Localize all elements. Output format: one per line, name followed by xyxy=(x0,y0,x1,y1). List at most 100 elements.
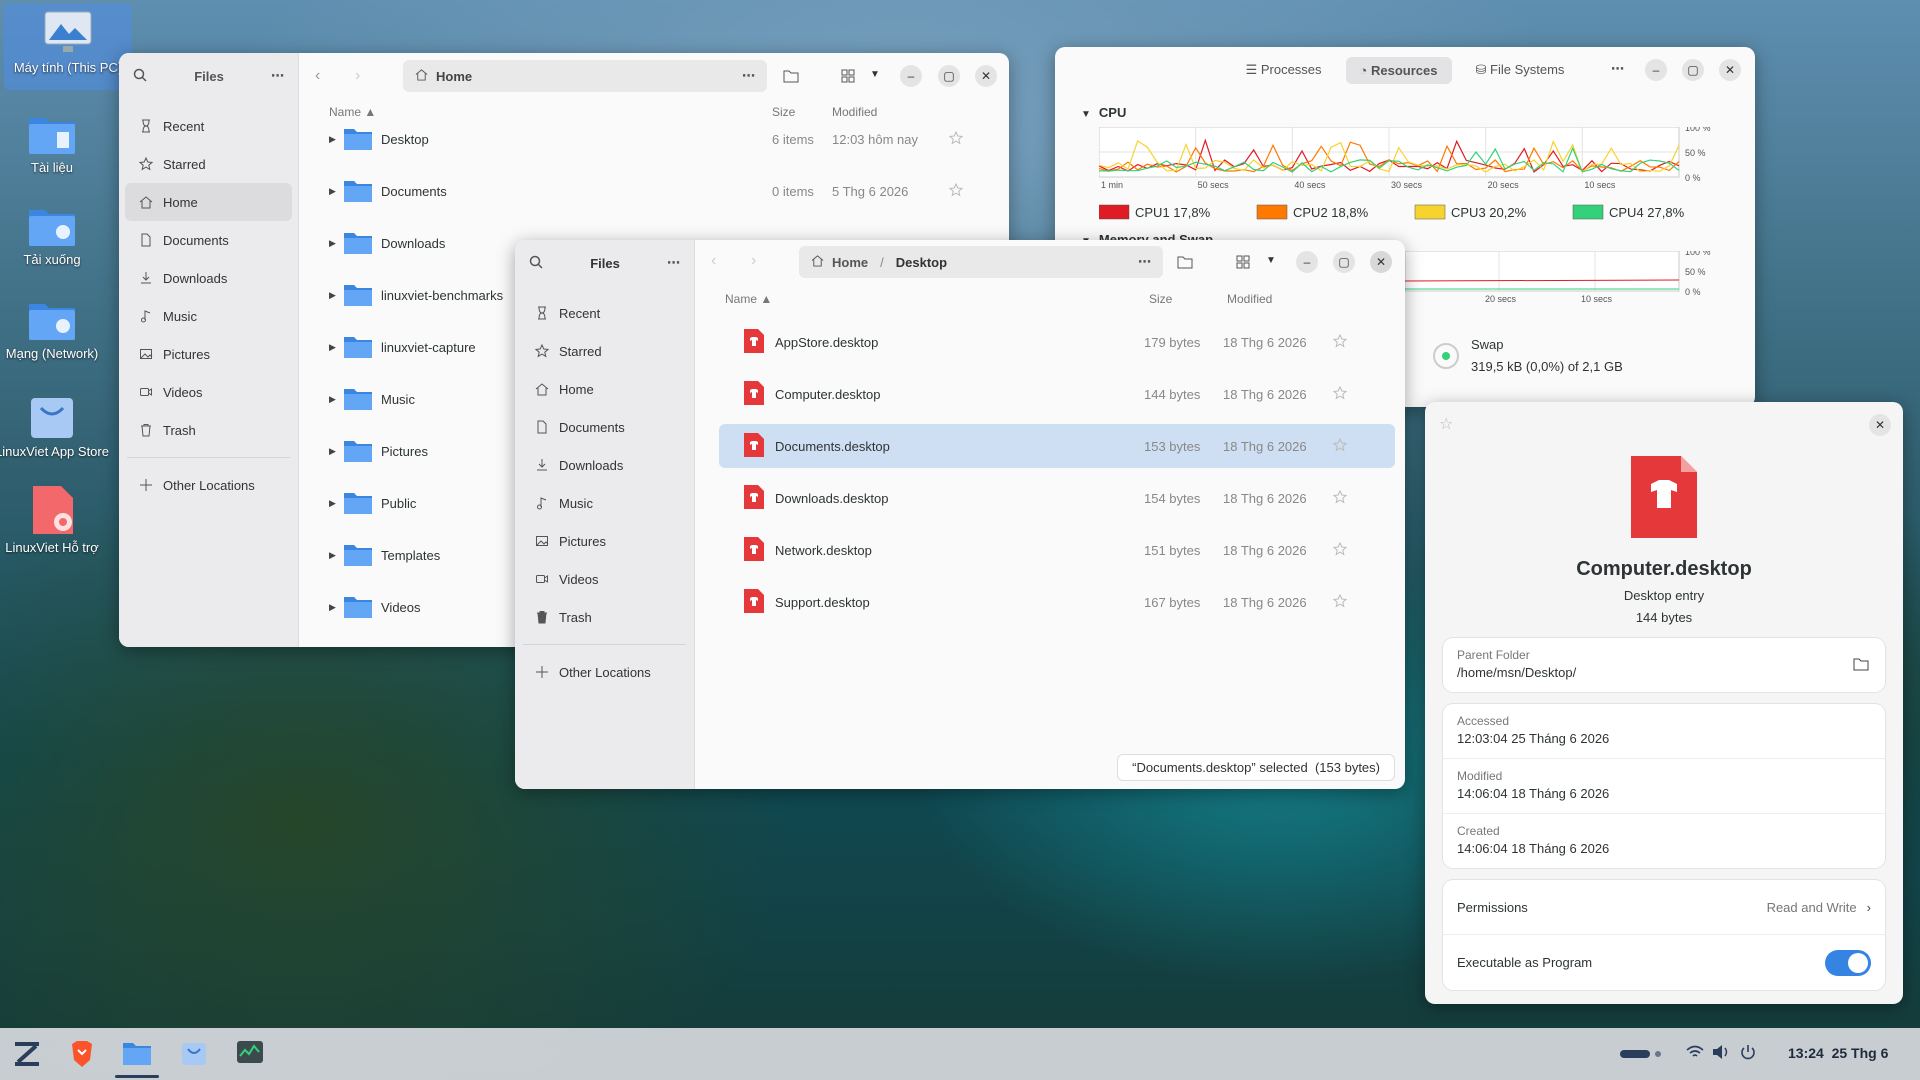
maximize-button[interactable]: ▢ xyxy=(1333,251,1355,273)
desktop-icon-downloads[interactable]: Tải xuống xyxy=(0,198,116,268)
path-segment-home[interactable]: Home xyxy=(832,255,868,270)
sidebar-item-home[interactable]: Home xyxy=(521,370,688,408)
view-options-dropdown-icon[interactable]: ▼ xyxy=(1266,255,1276,266)
close-button[interactable]: ✕ xyxy=(1370,251,1392,273)
expander-icon[interactable]: ▶ xyxy=(329,602,343,613)
star-icon[interactable] xyxy=(1332,437,1348,455)
new-folder-icon[interactable] xyxy=(783,69,799,86)
sidebar-item-downloads[interactable]: Downloads xyxy=(521,446,688,484)
sidebar-item-other-locations[interactable]: Other Locations xyxy=(521,653,688,691)
maximize-button[interactable]: ▢ xyxy=(1682,59,1704,81)
executable-toggle[interactable] xyxy=(1825,949,1871,976)
expander-icon[interactable]: ▶ xyxy=(329,342,343,353)
workspace-dot[interactable] xyxy=(1655,1051,1661,1057)
table-row[interactable]: AppStore.desktop 179 bytes 18 Thg 6 2026 xyxy=(719,320,1395,364)
brave-browser-icon[interactable] xyxy=(70,1040,94,1071)
sidebar-item-documents[interactable]: Documents xyxy=(125,221,292,259)
grid-view-icon[interactable] xyxy=(841,69,855,86)
desktop-icon-app-store[interactable]: LinuxViet App Store xyxy=(0,384,116,460)
column-header-name[interactable]: Name ▲ xyxy=(725,292,772,306)
star-icon[interactable] xyxy=(948,130,964,148)
sidebar-item-home[interactable]: Home xyxy=(125,183,292,221)
path-segment-desktop[interactable]: Desktop xyxy=(896,255,947,270)
sidebar-item-other-locations[interactable]: Other Locations xyxy=(125,466,292,504)
open-folder-icon[interactable] xyxy=(1853,657,1869,674)
expander-icon[interactable]: ▶ xyxy=(329,498,343,509)
cpu-section-header[interactable]: ▼ CPU xyxy=(1081,105,1126,120)
forward-arrow-icon[interactable]: › xyxy=(751,252,756,270)
minimize-button[interactable]: – xyxy=(900,65,922,87)
search-icon[interactable] xyxy=(529,255,543,272)
sidebar-item-pictures[interactable]: Pictures xyxy=(521,522,688,560)
clock-display[interactable]: 13:24 25 Thg 6 xyxy=(1788,1045,1888,1061)
close-button[interactable]: ✕ xyxy=(975,65,997,87)
star-icon[interactable]: ☆ xyxy=(1439,414,1453,434)
workspace-indicator[interactable] xyxy=(1620,1050,1650,1058)
menu-dots-icon[interactable]: ⋯ xyxy=(1138,254,1151,270)
sidebar-item-pictures[interactable]: Pictures xyxy=(125,335,292,373)
files-app-icon[interactable] xyxy=(122,1040,152,1069)
menu-dots-icon[interactable]: ⋯ xyxy=(667,255,680,271)
table-row[interactable]: Computer.desktop 144 bytes 18 Thg 6 2026 xyxy=(719,372,1395,416)
table-row[interactable]: ▶ Desktop 6 items 12:03 hôm nay xyxy=(329,113,989,165)
desktop-icon-support[interactable]: LinuxViet Hỗ trợ xyxy=(0,478,116,556)
sidebar-item-trash[interactable]: Trash xyxy=(521,598,688,636)
star-icon[interactable] xyxy=(1332,593,1348,611)
expander-icon[interactable]: ▶ xyxy=(329,550,343,561)
close-button[interactable]: ✕ xyxy=(1869,414,1891,436)
expander-icon[interactable]: ▶ xyxy=(329,186,343,197)
table-row[interactable]: Network.desktop 151 bytes 18 Thg 6 2026 xyxy=(719,528,1395,572)
menu-dots-icon[interactable]: ⋯ xyxy=(742,68,755,84)
tab-resources[interactable]: ◔ Resources xyxy=(1345,56,1452,84)
maximize-button[interactable]: ▢ xyxy=(938,65,960,87)
column-header-size[interactable]: Size xyxy=(1149,292,1172,306)
expander-icon[interactable]: ▶ xyxy=(329,394,343,405)
sidebar-item-videos[interactable]: Videos xyxy=(521,560,688,598)
star-icon[interactable] xyxy=(1332,385,1348,403)
expander-icon[interactable]: ▶ xyxy=(329,446,343,457)
desktop-icon-network[interactable]: Mạng (Network) xyxy=(0,292,116,362)
back-arrow-icon[interactable]: ‹ xyxy=(315,67,320,85)
sidebar-item-trash[interactable]: Trash xyxy=(125,411,292,449)
star-icon[interactable] xyxy=(1332,489,1348,507)
search-icon[interactable] xyxy=(133,68,147,85)
sidebar-item-downloads[interactable]: Downloads xyxy=(125,259,292,297)
new-folder-icon[interactable] xyxy=(1177,255,1193,272)
menu-dots-icon[interactable]: ⋯ xyxy=(271,68,284,84)
system-monitor-icon[interactable] xyxy=(236,1040,264,1069)
sidebar-item-starred[interactable]: Starred xyxy=(521,332,688,370)
back-arrow-icon[interactable]: ‹ xyxy=(711,252,716,270)
sidebar-item-recent[interactable]: Recent xyxy=(521,294,688,332)
minimize-button[interactable]: – xyxy=(1645,59,1667,81)
forward-arrow-icon[interactable]: › xyxy=(355,67,360,85)
path-segment-home[interactable]: Home xyxy=(436,69,472,84)
table-row[interactable]: Downloads.desktop 154 bytes 18 Thg 6 2026 xyxy=(719,476,1395,520)
sidebar-item-videos[interactable]: Videos xyxy=(125,373,292,411)
grid-view-icon[interactable] xyxy=(1236,255,1250,272)
table-row[interactable]: ▶ Documents 0 items 5 Thg 6 2026 xyxy=(329,165,989,217)
table-row[interactable]: Documents.desktop 153 bytes 18 Thg 6 2026 xyxy=(719,424,1395,468)
tab-processes[interactable]: ☰ Processes xyxy=(1234,56,1334,84)
permissions-row[interactable]: Permissions Read and Write › xyxy=(1443,880,1885,935)
star-icon[interactable] xyxy=(1332,541,1348,559)
star-icon[interactable] xyxy=(1332,333,1348,351)
desktop-icon-documents[interactable]: Tài liệu xyxy=(0,106,116,176)
path-bar[interactable]: Home / Desktop ⋯ xyxy=(799,246,1163,278)
sidebar-item-recent[interactable]: Recent xyxy=(125,107,292,145)
volume-icon[interactable] xyxy=(1712,1044,1730,1063)
column-header-modified[interactable]: Modified xyxy=(1227,292,1272,306)
power-icon[interactable] xyxy=(1740,1044,1756,1063)
expander-icon[interactable]: ▶ xyxy=(329,134,343,145)
star-icon[interactable] xyxy=(948,182,964,200)
close-button[interactable]: ✕ xyxy=(1719,59,1741,81)
view-options-dropdown-icon[interactable]: ▼ xyxy=(870,69,880,80)
zorin-menu-icon[interactable] xyxy=(12,1040,42,1071)
sidebar-item-music[interactable]: Music xyxy=(125,297,292,335)
table-row[interactable]: Support.desktop 167 bytes 18 Thg 6 2026 xyxy=(719,580,1395,624)
path-bar[interactable]: Home ⋯ xyxy=(403,60,767,92)
expander-icon[interactable]: ▶ xyxy=(329,290,343,301)
expander-icon[interactable]: ▶ xyxy=(329,238,343,249)
sidebar-item-documents[interactable]: Documents xyxy=(521,408,688,446)
sidebar-item-music[interactable]: Music xyxy=(521,484,688,522)
app-store-icon[interactable] xyxy=(180,1039,208,1070)
